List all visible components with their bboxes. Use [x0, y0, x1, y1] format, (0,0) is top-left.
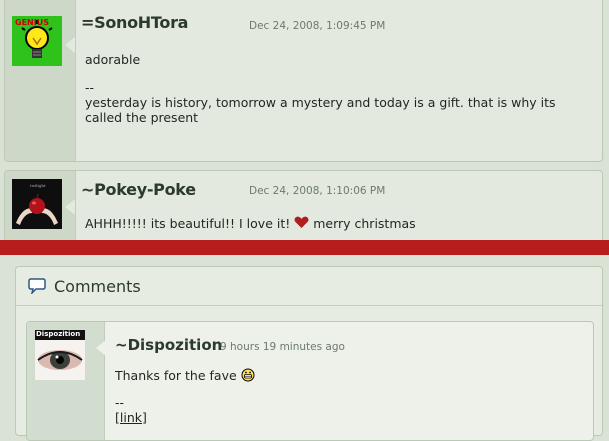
signature-text: yesterday is history, tomorrow a mystery…	[85, 95, 556, 125]
comment-pointer	[96, 340, 106, 356]
heart-icon	[294, 216, 309, 228]
avatar[interactable]: GENIUS	[12, 16, 62, 66]
comment-timestamp[interactable]: Dec 24, 2008, 1:10:06 PM	[249, 185, 385, 197]
avatar[interactable]: Dispozition	[35, 330, 85, 380]
avatar-label: Dispozition	[36, 330, 81, 338]
comments-header: Comments	[16, 267, 602, 306]
comment-card: Dispozition ~Dispozition 9 hours 19 minu…	[26, 321, 594, 441]
comment-message-end: merry christmas	[313, 216, 416, 231]
svg-text:GENIUS: GENIUS	[15, 18, 49, 27]
comments-panel: Comments Dispozition ~Dispozition 9 hour…	[15, 266, 603, 441]
comment-username[interactable]: ~Pokey-Poke	[81, 180, 196, 199]
grin-emoticon-icon	[241, 368, 255, 382]
comment-username[interactable]: ~Dispozition	[115, 336, 222, 354]
section-divider	[0, 240, 609, 255]
comment-username[interactable]: =SonoHTora	[81, 13, 188, 32]
comment-body: adorable -- yesterday is history, tomorr…	[85, 52, 574, 125]
comment-timestamp[interactable]: Dec 24, 2008, 1:09:45 PM	[249, 20, 385, 32]
comment-body: Thanks for the fave -- [link]	[115, 368, 255, 425]
comment-card: twilight ~Pokey-Poke Dec 24, 2008, 1:10:…	[4, 170, 603, 250]
apple-hands-icon: twilight	[12, 179, 62, 229]
signature-separator: --	[115, 395, 125, 410]
comment-pointer	[65, 199, 75, 215]
comment-body: AHHH!!!!! its beautiful!! I love it! mer…	[85, 216, 574, 231]
comment-message: AHHH!!!!! its beautiful!! I love it!	[85, 216, 291, 231]
avatar[interactable]: twilight	[12, 179, 62, 229]
comment-timestamp[interactable]: 9 hours 19 minutes ago	[220, 341, 345, 353]
signature-separator: --	[85, 80, 95, 95]
comments-title: Comments	[54, 277, 141, 296]
comment-message: Thanks for the fave	[115, 368, 237, 383]
comment-pointer	[65, 37, 75, 53]
lightbulb-icon: GENIUS	[12, 16, 62, 66]
comment-message: adorable	[85, 52, 141, 67]
comment-card: GENIUS =SonoHTora Dec 24, 2008, 1:09:45 …	[4, 0, 603, 162]
speech-bubble-icon	[28, 278, 46, 294]
svg-text:twilight: twilight	[30, 183, 46, 188]
signature-link[interactable]: [link]	[115, 410, 147, 425]
